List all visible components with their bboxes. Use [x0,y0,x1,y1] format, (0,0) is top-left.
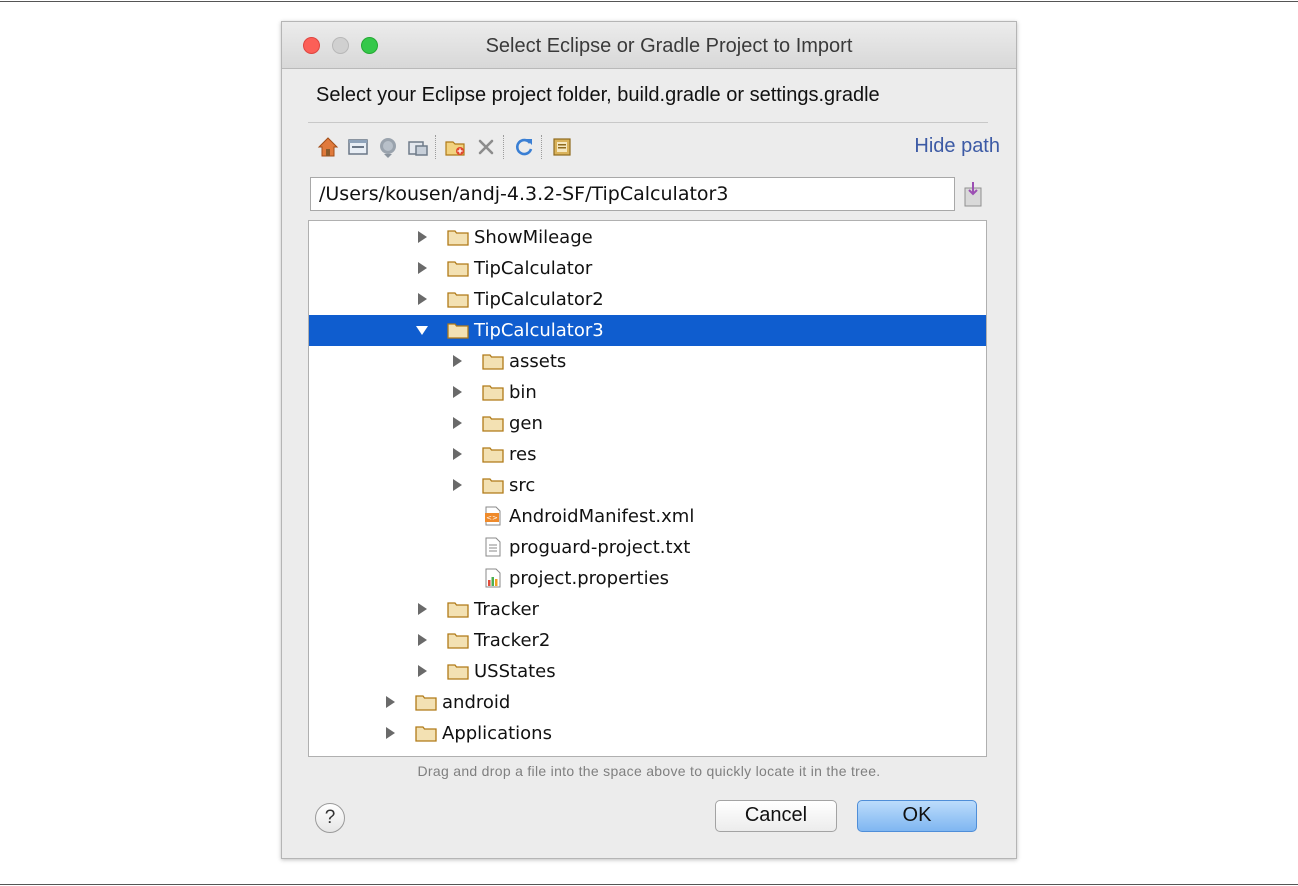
tree-row-label: proguard-project.txt [509,537,691,558]
svg-text:<>: <> [486,514,498,522]
tree-row-label: Tracker [474,599,539,620]
top-border-line [0,1,1298,2]
expanded-arrow-icon[interactable] [415,322,429,338]
ok-button[interactable]: OK [857,800,977,832]
collapsed-arrow-icon[interactable] [415,663,429,679]
path-history-icon[interactable] [961,180,985,208]
tree-row[interactable]: USStates [309,656,986,687]
toolbar-separator [541,135,543,159]
tree-row[interactable]: gen [309,408,986,439]
help-button[interactable]: ? [315,803,345,833]
folder-icon [447,630,469,650]
tree-row-label: res [509,444,537,465]
collapsed-arrow-icon[interactable] [415,601,429,617]
tree-row-label: USStates [474,661,556,682]
folder-icon [482,413,504,433]
collapsed-arrow-icon[interactable] [450,353,464,369]
tree-row[interactable]: android [309,687,986,718]
tree-row-label: project.properties [509,568,670,589]
desktop-icon[interactable] [346,135,370,159]
collapsed-arrow-icon[interactable] [450,384,464,400]
tree-row-label: assets [509,351,567,372]
toolbar-separator [435,135,437,159]
home-icon[interactable] [316,135,340,159]
tree-row[interactable]: src [309,470,986,501]
tree-row[interactable]: proguard-project.txt [309,532,986,563]
tree-row[interactable]: <> AndroidManifest.xml [309,501,986,532]
tree-row[interactable]: TipCalculator [309,253,986,284]
tree-row-label: Tracker2 [474,630,551,651]
tree-row-label: TipCalculator2 [474,289,604,310]
folder-icon [447,227,469,247]
collapsed-arrow-icon[interactable] [415,632,429,648]
collapsed-arrow-icon[interactable] [415,260,429,276]
folder-icon [482,351,504,371]
file-chooser-toolbar: Hide path [316,133,1000,161]
collapsed-arrow-icon[interactable] [450,477,464,493]
toolbar-separator [503,135,505,159]
tree-row-label: android [442,692,511,713]
folder-icon [482,444,504,464]
title-bar[interactable]: Select Eclipse or Gradle Project to Impo… [282,22,1016,69]
heading-divider [308,122,988,123]
tree-row-label: ShowMileage [474,227,593,248]
tree-row[interactable]: Tracker [309,594,986,625]
tree-row[interactable]: assets [309,346,986,377]
module-icon[interactable] [406,135,430,159]
tree-row-label: TipCalculator3 [474,320,604,341]
file-tree[interactable]: ShowMileage TipCalculator TipCalculator2 Ti… [308,220,987,757]
tree-row-label: gen [509,413,543,434]
import-dialog: Select Eclipse or Gradle Project to Impo… [281,21,1017,859]
folder-icon [447,320,469,340]
dialog-heading: Select your Eclipse project folder, buil… [316,84,880,106]
tree-row[interactable]: Applications [309,718,986,749]
bottom-border-line [0,884,1298,885]
folder-icon [415,692,437,712]
tree-row-label: TipCalculator [474,258,593,279]
tree-row-label: Applications [442,723,552,744]
collapsed-arrow-icon[interactable] [383,694,397,710]
properties-file-icon [482,568,504,588]
delete-icon[interactable] [474,135,498,159]
tree-row[interactable]: bin [309,377,986,408]
project-icon[interactable] [376,135,400,159]
text-file-icon [482,537,504,557]
folder-icon [447,599,469,619]
folder-icon [447,289,469,309]
new-folder-icon[interactable] [444,135,468,159]
xml-file-icon: <> [482,506,504,526]
tree-row[interactable]: project.properties [309,563,986,594]
tree-row-label: src [509,475,536,496]
tree-row[interactable]: Tracker2 [309,625,986,656]
collapsed-arrow-icon[interactable] [383,725,397,741]
drag-drop-hint: Drag and drop a file into the space abov… [417,763,881,779]
collapsed-arrow-icon[interactable] [415,291,429,307]
folder-icon [447,258,469,278]
collapsed-arrow-icon[interactable] [450,446,464,462]
folder-icon [482,475,504,495]
tree-row[interactable]: ShowMileage [309,222,986,253]
path-input[interactable] [310,177,955,211]
folder-icon [447,661,469,681]
cancel-button[interactable]: Cancel [715,800,837,832]
tree-row[interactable]: TipCalculator3 [309,315,986,346]
collapsed-arrow-icon[interactable] [415,229,429,245]
tree-row-label: AndroidManifest.xml [509,506,695,527]
refresh-icon[interactable] [512,135,536,159]
collapsed-arrow-icon[interactable] [450,415,464,431]
folder-icon [482,382,504,402]
tree-row-label: bin [509,382,537,403]
show-hidden-icon[interactable] [550,135,574,159]
folder-icon [415,723,437,743]
tree-row[interactable]: TipCalculator2 [309,284,986,315]
tree-row[interactable]: res [309,439,986,470]
window-title: Select Eclipse or Gradle Project to Impo… [485,35,853,57]
hide-path-link[interactable]: Hide path [914,135,1000,158]
